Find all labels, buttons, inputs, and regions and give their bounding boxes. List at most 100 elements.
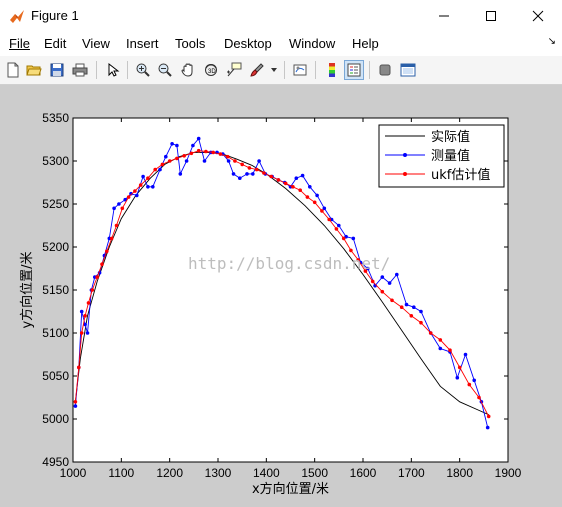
series-1-point xyxy=(135,193,139,198)
series-1-point xyxy=(412,305,416,309)
watermark-text: http://blog.csdn.net/ xyxy=(188,254,390,273)
series-1-point xyxy=(245,172,249,176)
figure-canvas[interactable]: 1000 1100 1200 1300 1400 1500 1600 1700 1800 1900… xyxy=(0,85,562,507)
minimize-button[interactable] xyxy=(421,0,467,31)
series-1-point xyxy=(231,172,236,176)
series-1-point xyxy=(251,172,255,176)
series-2-point xyxy=(276,178,281,182)
zoom-in-button[interactable] xyxy=(133,60,153,80)
hide-plot-tools-button[interactable] xyxy=(375,60,395,80)
rotate-3d-button[interactable]: 3D xyxy=(201,60,221,80)
series-2-point xyxy=(370,279,375,284)
plot-svg[interactable]: 1000 1100 1200 1300 1400 1500 1600 1700 1800 1900… xyxy=(0,85,562,507)
series-2-point xyxy=(211,150,215,155)
menu-view[interactable]: View xyxy=(82,36,110,51)
series-1-point xyxy=(387,281,392,285)
data-cursor-button[interactable] xyxy=(224,60,244,80)
series-1-point xyxy=(117,202,121,206)
open-file-button[interactable] xyxy=(24,60,44,80)
y-tick-label: 4950 xyxy=(42,455,69,469)
series-2-point xyxy=(438,338,443,342)
series-2-point xyxy=(189,151,194,156)
print-figure-button[interactable] xyxy=(70,60,90,80)
x-tick-label: 1500 xyxy=(301,466,328,480)
series-2-point xyxy=(327,217,332,222)
rotate-3d-icon: 3D xyxy=(205,64,217,76)
chevron-down-icon xyxy=(271,68,277,72)
printer-icon xyxy=(72,63,88,77)
series-2-point xyxy=(477,395,481,400)
menu-file[interactable]: File xyxy=(9,36,30,51)
series-1-point xyxy=(472,378,477,383)
series-2-point xyxy=(73,400,78,404)
series-1-point xyxy=(337,223,341,228)
colorbar-icon xyxy=(329,63,335,77)
data-cursor-icon xyxy=(227,62,242,77)
dock-arrow-icon[interactable]: ↘ xyxy=(548,36,556,47)
series-1-point xyxy=(485,425,490,430)
series-2-point xyxy=(79,331,84,335)
series-2-point xyxy=(196,148,201,153)
series-2-point xyxy=(90,288,95,292)
brush-dropdown-button[interactable] xyxy=(268,60,280,80)
close-button[interactable] xyxy=(515,0,561,31)
series-2-point xyxy=(175,156,179,161)
menu-edit[interactable]: Edit xyxy=(44,36,66,51)
series-1-point xyxy=(175,143,179,148)
hide-plot-tools-icon xyxy=(379,64,391,76)
menu-tools[interactable]: Tools xyxy=(175,36,205,51)
series-1-point xyxy=(158,167,162,172)
series-2-point xyxy=(409,314,414,318)
window-title: Figure 1 xyxy=(31,8,79,23)
series-1-point xyxy=(351,236,356,241)
series-1-point xyxy=(178,172,183,176)
series-2-point xyxy=(182,154,186,158)
legend[interactable]: 实际值测量值 ukf估计值 xyxy=(378,124,505,188)
series-2-point xyxy=(133,189,137,193)
maximize-button[interactable] xyxy=(468,0,514,31)
pan-button[interactable] xyxy=(178,60,198,80)
series-2-point xyxy=(262,171,266,175)
menu-window[interactable]: Window xyxy=(289,36,335,51)
series-1-point xyxy=(146,185,150,189)
save-figure-button[interactable] xyxy=(47,60,67,80)
menu-desktop[interactable]: Desktop xyxy=(224,36,272,51)
series-1-point xyxy=(79,309,84,314)
insert-legend-button[interactable] xyxy=(344,60,364,80)
series-1-point xyxy=(151,185,155,189)
series-1-point xyxy=(395,272,399,277)
series-2-point xyxy=(448,348,452,353)
link-plot-button[interactable] xyxy=(290,60,310,80)
series-2-point xyxy=(283,181,288,186)
legend-marker-2 xyxy=(403,172,407,176)
insert-colorbar-button[interactable] xyxy=(322,60,342,80)
series-1-point xyxy=(455,375,460,380)
series-1-point xyxy=(226,159,231,163)
series-2-point xyxy=(126,195,131,199)
series-1-point xyxy=(238,176,242,180)
y-axis-label: y方向位置/米 xyxy=(19,251,35,328)
zoom-out-button[interactable] xyxy=(155,60,175,80)
series-2-point xyxy=(109,236,114,241)
x-axis-label: x方向位置/米 xyxy=(252,481,329,497)
series-1-point xyxy=(170,142,174,146)
show-plot-tools-button[interactable] xyxy=(398,60,418,80)
series-2-point xyxy=(457,365,462,370)
series-1-point xyxy=(257,159,261,163)
edit-plot-button[interactable] xyxy=(103,60,123,80)
series-2-point xyxy=(254,167,259,172)
y-tick-label: 5150 xyxy=(42,283,69,297)
toolbar-separator xyxy=(369,61,370,79)
y-tick-label: 5200 xyxy=(42,240,69,254)
menu-help[interactable]: Help xyxy=(352,36,379,51)
series-2-point xyxy=(86,301,91,305)
series-2-point xyxy=(305,195,310,199)
brush-button[interactable] xyxy=(247,60,267,80)
maximize-icon xyxy=(486,10,496,21)
series-2-point xyxy=(240,162,244,167)
menu-insert[interactable]: Insert xyxy=(126,36,159,51)
series-1-point xyxy=(191,143,195,148)
new-figure-button[interactable] xyxy=(3,60,23,80)
save-icon xyxy=(50,63,64,77)
y-tick-label: 5300 xyxy=(42,154,69,168)
